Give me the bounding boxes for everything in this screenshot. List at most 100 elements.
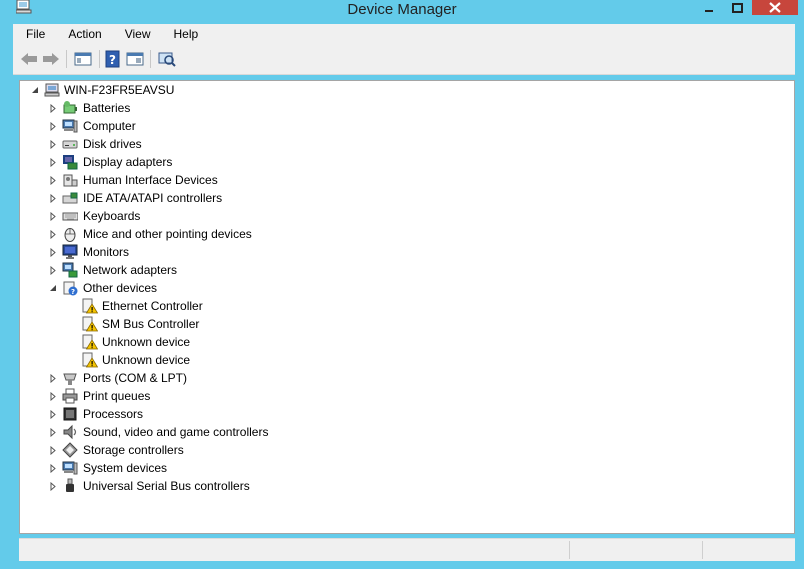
system-devices-icon [62, 461, 78, 475]
forward-button[interactable] [40, 49, 62, 69]
scan-hardware-icon [158, 52, 176, 67]
tree-category-label: Processors [83, 407, 144, 421]
unknown-device-icon: ? [63, 281, 78, 296]
mouse-icon [64, 228, 76, 242]
storage-controller-icon [62, 442, 78, 458]
tree-category[interactable]: Sound, video and game controllers [20, 423, 790, 441]
expand-arrow-icon[interactable] [48, 189, 58, 207]
expand-arrow-icon[interactable] [48, 405, 58, 423]
tree-category-label: Other devices [83, 281, 158, 295]
help-icon: ? [105, 50, 120, 68]
show-hide-console-tree-button[interactable] [72, 49, 94, 69]
menu-help[interactable]: Help [161, 24, 209, 44]
tree-category-label: System devices [83, 461, 168, 475]
display-adapter-icon [63, 155, 78, 170]
expand-arrow-icon[interactable] [48, 477, 58, 495]
expand-arrow-icon[interactable] [48, 459, 58, 477]
minimize-icon [705, 9, 713, 12]
expand-arrow-icon[interactable] [48, 243, 58, 261]
tree-category[interactable]: Computer [20, 117, 790, 135]
tree-root[interactable]: WIN-F23FR5EAVSU [20, 81, 790, 99]
expand-arrow-icon[interactable] [48, 171, 58, 189]
toolbar-separator [66, 50, 67, 68]
status-segment [569, 541, 702, 559]
show-hide-console-tree-icon [74, 52, 92, 66]
expand-arrow-icon[interactable] [48, 99, 58, 117]
tree-category[interactable]: System devices [20, 459, 790, 477]
collapse-arrow-icon[interactable] [30, 81, 40, 99]
help-button[interactable]: ? [102, 49, 124, 69]
tree-category-label: Human Interface Devices [83, 173, 218, 187]
tree-device[interactable]: Ethernet Controller [20, 297, 790, 315]
tree-category[interactable]: Display adapters [20, 153, 790, 171]
scan-hardware-button[interactable] [156, 49, 178, 69]
expand-arrow-icon[interactable] [48, 387, 58, 405]
tree-device-label: Ethernet Controller [102, 299, 203, 313]
tree-category-label: Batteries [83, 101, 131, 115]
expand-arrow-icon[interactable] [48, 207, 58, 225]
properties-pane-icon [126, 52, 144, 66]
status-segment [702, 541, 793, 559]
tree-category[interactable]: Ports (COM & LPT) [20, 369, 790, 387]
tree-category-label: Storage controllers [83, 443, 184, 457]
forward-arrow-icon [43, 53, 59, 65]
collapse-arrow-icon[interactable] [48, 279, 58, 297]
device-tree-pane[interactable]: WIN-F23FR5EAVSU Batteries Computer Disk dr… [19, 80, 795, 534]
menu-file[interactable]: File [13, 24, 55, 44]
disk-drive-icon [62, 140, 78, 149]
computer-icon [62, 119, 78, 133]
tree-category[interactable]: Universal Serial Bus controllers [20, 477, 790, 495]
maximize-icon [731, 2, 743, 13]
tree-category[interactable]: Print queues [20, 387, 790, 405]
tree-category[interactable]: Human Interface Devices [20, 171, 790, 189]
tree-category-label: Monitors [83, 245, 130, 259]
expand-arrow-icon[interactable] [48, 261, 58, 279]
back-arrow-icon [21, 53, 37, 65]
tree-category-label: Display adapters [83, 155, 173, 169]
tree-category[interactable]: Processors [20, 405, 790, 423]
expand-arrow-icon[interactable] [48, 369, 58, 387]
menu-action[interactable]: Action [55, 24, 111, 44]
toolbar: ? [13, 44, 795, 75]
close-button[interactable] [752, 0, 798, 15]
maximize-button[interactable] [724, 0, 750, 15]
tree-device[interactable]: Unknown device [20, 351, 790, 369]
expand-arrow-icon[interactable] [48, 441, 58, 459]
close-icon [769, 2, 781, 13]
tree-category[interactable]: IDE ATA/ATAPI controllers [20, 189, 790, 207]
title-bar[interactable]: Device Manager [0, 0, 804, 22]
svg-text:?: ? [71, 288, 75, 296]
warning-device-icon [82, 316, 98, 332]
warning-device-icon [82, 334, 98, 350]
svg-text:?: ? [109, 53, 116, 67]
tree-category[interactable]: ? Other devices [20, 279, 790, 297]
root-computer-name: WIN-F23FR5EAVSU [64, 83, 175, 97]
expand-arrow-icon[interactable] [48, 423, 58, 441]
properties-pane-button[interactable] [124, 49, 146, 69]
tree-device[interactable]: SM Bus Controller [20, 315, 790, 333]
tree-category-label: Mice and other pointing devices [83, 227, 252, 241]
expand-arrow-icon[interactable] [48, 135, 58, 153]
tree-category[interactable]: Mice and other pointing devices [20, 225, 790, 243]
tree-category-label: Ports (COM & LPT) [83, 371, 188, 385]
expand-arrow-icon[interactable] [48, 117, 58, 135]
tree-category[interactable]: Batteries [20, 99, 790, 117]
tree-category[interactable]: Monitors [20, 243, 790, 261]
warning-device-icon [82, 352, 98, 368]
tree-category-label: Computer [83, 119, 136, 133]
tree-device-label: Unknown device [102, 335, 191, 349]
minimize-button[interactable] [694, 0, 724, 15]
tree-category-label: Network adapters [83, 263, 178, 277]
menu-view[interactable]: View [112, 24, 161, 44]
speaker-icon [63, 424, 77, 440]
status-bar [19, 538, 795, 561]
tree-device[interactable]: Unknown device [20, 333, 790, 351]
tree-category[interactable]: Storage controllers [20, 441, 790, 459]
expand-arrow-icon[interactable] [48, 153, 58, 171]
back-button[interactable] [18, 49, 40, 69]
tree-category[interactable]: Keyboards [20, 207, 790, 225]
expand-arrow-icon[interactable] [48, 225, 58, 243]
monitor-icon [62, 244, 78, 259]
tree-category[interactable]: Network adapters [20, 261, 790, 279]
tree-category[interactable]: Disk drives [20, 135, 790, 153]
